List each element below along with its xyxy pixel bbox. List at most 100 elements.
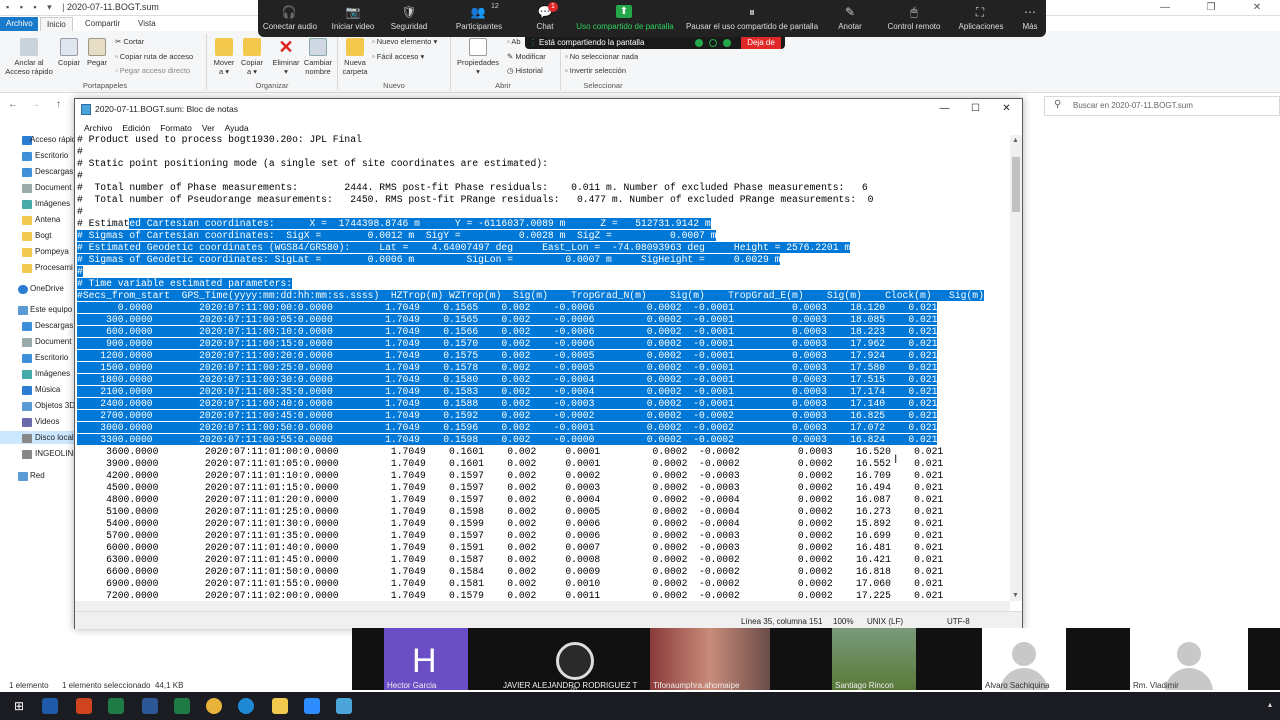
up-arrow-icon[interactable]: ↑ (56, 99, 61, 110)
nav-item-bogt[interactable]: Bogt (35, 231, 51, 240)
participant-tile[interactable]: Santiago Rincon (832, 628, 916, 690)
participants-button[interactable]: Participantes (448, 22, 510, 31)
nav-item-downloads-pc[interactable]: Descargas (35, 321, 73, 330)
nav-item-quick-access[interactable]: Acceso rápid (30, 135, 76, 144)
task-view-icon[interactable] (42, 698, 58, 714)
modify-button[interactable]: ✎ Modificar (507, 52, 546, 61)
text-line[interactable]: 6600.0000 2020:07:11:01:50:0.0000 1.7049… (77, 566, 1009, 578)
new-item-button[interactable]: ▫ Nuevo elemento ▾ (372, 37, 437, 46)
rename-button[interactable]: Cambiar nombre (302, 38, 334, 76)
menu-ayuda[interactable]: Ayuda (220, 119, 254, 135)
close-icon[interactable]: ✕ (991, 99, 1022, 119)
history-button[interactable]: ◷ Historial (507, 66, 543, 75)
tab-vista[interactable]: Vista (132, 17, 162, 31)
nav-item-documents[interactable]: Document (35, 183, 71, 192)
nav-item-procesamiento[interactable]: Procesami (35, 263, 73, 272)
new-folder-button[interactable]: Nueva carpeta (340, 38, 370, 76)
text-line[interactable]: 4500.0000 2020:07:11:01:15:0.0000 1.7049… (77, 482, 1009, 494)
minimize-icon[interactable]: — (1142, 0, 1188, 16)
zoom-app-icon[interactable] (304, 698, 320, 714)
back-arrow-icon[interactable]: ← (8, 99, 18, 110)
quick-access-toolbar[interactable]: ▪ ▪ ▪ ▾ | (6, 2, 68, 13)
participant-tile[interactable]: Alvaro Sachiquina (982, 628, 1066, 690)
pin-quick-access-button[interactable]: Anclar al Acceso rápido (4, 38, 54, 76)
windows-start-icon[interactable]: ⊞ (14, 699, 24, 713)
more-button[interactable]: Más (1018, 22, 1042, 31)
text-line[interactable]: # Total number of Phase measurements: 24… (77, 182, 1009, 194)
select-none-button[interactable]: ▫ No seleccionar nada (565, 52, 638, 61)
participants-status-icon[interactable] (723, 39, 731, 47)
text-line[interactable]: # Static point positioning mode (a singl… (77, 158, 1009, 170)
nav-item-pictures-pc[interactable]: Imágenes (35, 369, 70, 378)
nav-item-desktop[interactable]: Escritorio (35, 151, 68, 160)
start-video-button[interactable]: Iniciar video (328, 22, 378, 31)
nav-item-onedrive[interactable]: OneDrive (30, 284, 64, 293)
vertical-scrollbar[interactable]: ▲ ▼ (1010, 135, 1022, 601)
participant-tile[interactable]: Rm. Vladimir (1130, 628, 1248, 690)
participant-tile[interactable]: H Hector Garcia (384, 628, 468, 690)
text-line[interactable]: # Sigmas of Cartesian coordinates: SigX … (77, 230, 1009, 242)
text-line[interactable]: 600.0000 2020:07:11:00:10:0.0000 1.7049 … (77, 326, 1009, 338)
paste-button[interactable]: Pegar (84, 38, 110, 67)
cut-button[interactable]: ✂ Cortar (115, 37, 144, 46)
scroll-up-icon[interactable]: ▲ (1012, 137, 1019, 144)
security-button[interactable]: Seguridad (386, 22, 432, 31)
nav-item-music[interactable]: Música (35, 385, 60, 394)
project-icon[interactable] (108, 698, 124, 714)
tab-inicio[interactable]: Inicio (40, 17, 73, 31)
nav-item-downloads[interactable]: Descargas (35, 167, 73, 176)
apps-button[interactable]: Aplicaciones (956, 22, 1006, 31)
paste-shortcut-button[interactable]: ▫ Pegar acceso directo (115, 66, 190, 75)
nav-item-pompeya[interactable]: Pompeya (35, 247, 69, 256)
chat-button[interactable]: Chat (530, 22, 560, 31)
notepad-text-area[interactable]: # Product used to process bogt1930.20o: … (77, 134, 1009, 600)
chrome-icon[interactable] (206, 698, 222, 714)
text-line[interactable]: 4800.0000 2020:07:11:01:20:0.0000 1.7049… (77, 494, 1009, 506)
text-line[interactable]: 1800.0000 2020:07:11:00:30:0.0000 1.7049… (77, 374, 1009, 386)
menu-formato[interactable]: Formato (155, 119, 197, 135)
text-line[interactable]: # (77, 266, 1009, 278)
connect-audio-button[interactable]: Conectar audio (262, 22, 318, 31)
system-tray[interactable]: ▴ (1268, 700, 1272, 709)
text-line[interactable]: 1200.0000 2020:07:11:00:20:0.0000 1.7049… (77, 350, 1009, 362)
text-line[interactable]: # (77, 206, 1009, 218)
text-line[interactable]: 5400.0000 2020:07:11:01:30:0.0000 1.7049… (77, 518, 1009, 530)
forward-arrow-icon[interactable]: → (30, 99, 40, 110)
minimize-icon[interactable]: — (929, 99, 960, 119)
nav-item-documents-pc[interactable]: Document (35, 337, 71, 346)
stop-share-button[interactable]: Deja de (741, 37, 781, 49)
camera-status-icon[interactable] (709, 39, 717, 47)
invert-selection-button[interactable]: ▫ Invertir selección (565, 66, 626, 75)
file-explorer-icon[interactable] (272, 698, 288, 714)
share-screen-button[interactable]: Uso compartido de pantalla (568, 22, 682, 31)
tab-archivo[interactable]: Archivo (0, 17, 38, 31)
nav-item-antena[interactable]: Antena (35, 215, 60, 224)
menu-edicion[interactable]: Edición (117, 119, 155, 135)
text-line[interactable]: 5700.0000 2020:07:11:01:35:0.0000 1.7049… (77, 530, 1009, 542)
nav-item-local-disk[interactable]: Disco local (35, 433, 74, 442)
nav-item-pictures[interactable]: Imágenes (35, 199, 70, 208)
explorer-search-input[interactable]: Buscar en 2020-07-11.BOGT.sum (1044, 96, 1280, 116)
text-line[interactable]: 2400.0000 2020:07:11:00:40:0.0000 1.7049… (77, 398, 1009, 410)
text-line[interactable]: # Sigmas of Geodetic coordinates: SigLat… (77, 254, 1009, 266)
nav-item-network[interactable]: Red (30, 471, 45, 480)
nav-item-3d-objects[interactable]: Objetos 3D (35, 401, 75, 410)
text-line[interactable]: # Time variable estimated parameters: (77, 278, 1009, 290)
notepad-taskbar-icon[interactable] (336, 698, 352, 714)
excel-icon[interactable] (174, 698, 190, 714)
text-line[interactable]: #Secs_from_start GPS_Time(yyyy:mm:dd:hh:… (77, 290, 1009, 302)
tab-compartir[interactable]: Compartir (79, 17, 126, 31)
nav-item-desktop-pc[interactable]: Escritorio (35, 353, 68, 362)
text-line[interactable]: 1500.0000 2020:07:11:00:25:0.0000 1.7049… (77, 362, 1009, 374)
menu-archivo[interactable]: Archivo (79, 119, 117, 135)
copy-button[interactable]: Copiar (56, 38, 82, 67)
text-line[interactable]: 900.0000 2020:07:11:00:15:0.0000 1.7049 … (77, 338, 1009, 350)
copy-path-button[interactable]: ▫ Copiar ruta de acceso (115, 52, 193, 61)
text-line[interactable]: 3900.0000 2020:07:11:01:05:0.0000 1.7049… (77, 458, 1009, 470)
text-line[interactable]: 2100.0000 2020:07:11:00:35:0.0000 1.7049… (77, 386, 1009, 398)
scroll-thumb[interactable] (1012, 157, 1020, 212)
maximize-icon[interactable]: ☐ (960, 99, 991, 119)
text-line[interactable]: 3000.0000 2020:07:11:00:50:0.0000 1.7049… (77, 422, 1009, 434)
maximize-icon[interactable]: ❐ (1188, 0, 1234, 16)
menu-ver[interactable]: Ver (197, 119, 220, 135)
